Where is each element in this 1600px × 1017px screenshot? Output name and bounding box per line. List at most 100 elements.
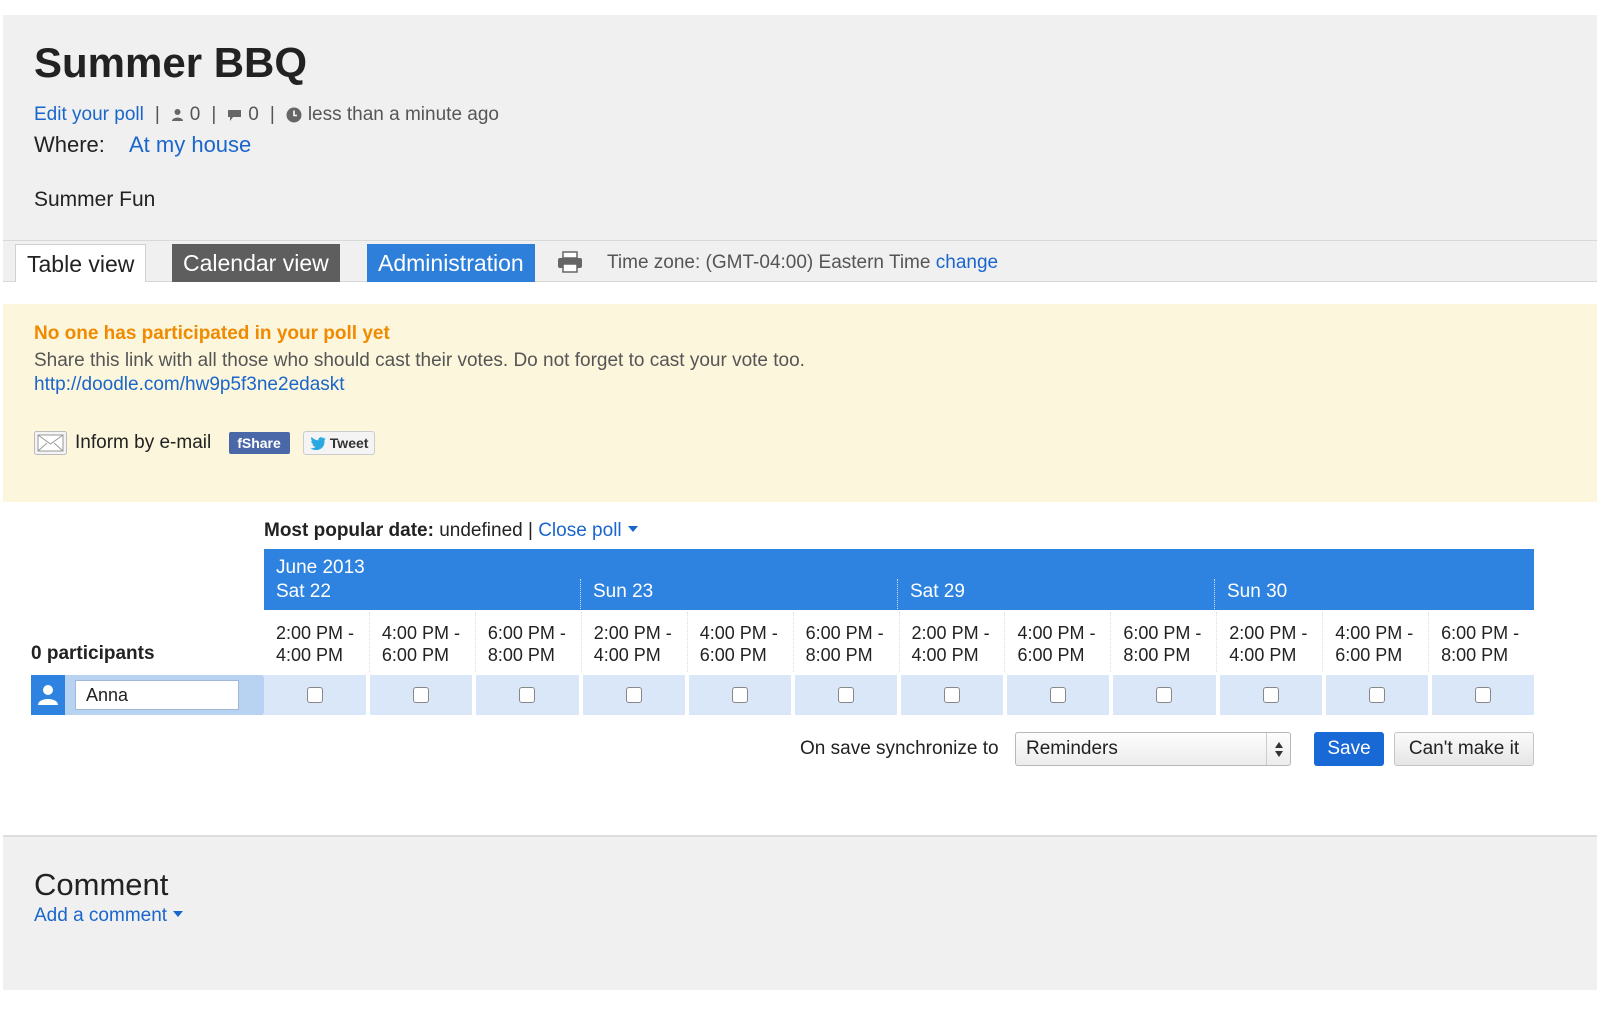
vote-cell: [1325, 675, 1428, 715]
time-slot-line: 2:00 PM -: [593, 623, 672, 643]
facebook-share-button[interactable]: fShare: [229, 432, 290, 454]
notice-text: Share this link with all those who shoul…: [34, 350, 805, 371]
poll-meta: Edit your poll | 0 | 0 | less than a min…: [34, 104, 499, 126]
day-label: Sun 23: [593, 581, 654, 602]
time-slot-line: 4:00 PM: [593, 645, 661, 665]
time-slot-line: 4:00 PM -: [1335, 623, 1414, 643]
vote-checkbox[interactable]: [837, 687, 854, 703]
sync-select[interactable]: Reminders: [1015, 732, 1291, 766]
vote-checkbox[interactable]: [1368, 687, 1385, 703]
vote-checkbox[interactable]: [519, 687, 536, 703]
vote-cell: [688, 675, 791, 715]
vote-checkbox[interactable]: [944, 687, 961, 703]
add-comment-label: Add a comment: [34, 905, 168, 926]
vote-checkbox[interactable]: [413, 687, 430, 703]
time-slot-line: 6:00 PM: [699, 645, 767, 665]
time-slot-line: 6:00 PM: [1335, 645, 1403, 665]
time-slot-line: 4:00 PM -: [1017, 623, 1096, 643]
time-slot: 6:00 PM -8:00 PM: [1429, 612, 1534, 672]
avatar: [31, 675, 65, 715]
time-slot: 6:00 PM -8:00 PM: [476, 612, 582, 672]
view-tabs: Table view Calendar view Administration …: [3, 240, 1597, 282]
day-divider: [580, 579, 581, 609]
vote-cell: [1007, 675, 1110, 715]
time-slot: 2:00 PM -4:00 PM: [264, 612, 370, 672]
location-link[interactable]: At my house: [129, 132, 251, 157]
day-divider: [1214, 579, 1215, 609]
vote-checkbox[interactable]: [1156, 687, 1173, 703]
clock-icon: [286, 107, 302, 123]
close-poll-menu[interactable]: Close poll: [538, 520, 638, 541]
month-label: June 2013: [276, 557, 365, 578]
poll-share-link[interactable]: http://doodle.com/hw9p5f3ne2edaskt: [34, 374, 345, 396]
time-slot: 4:00 PM -6:00 PM: [1323, 612, 1430, 672]
participant-count: 0: [171, 104, 201, 126]
participant-row: [31, 675, 1535, 715]
poll-description: Summer Fun: [34, 188, 156, 211]
poll-title: Summer BBQ: [34, 39, 308, 86]
tab-administration[interactable]: Administration: [367, 244, 535, 282]
share-notice: No one has participated in your poll yet…: [3, 304, 1597, 502]
vote-checkbox[interactable]: [1474, 687, 1491, 703]
vote-cell: [1431, 675, 1535, 715]
time-slot-line: 6:00 PM: [381, 645, 449, 665]
time-slot: 2:00 PM -4:00 PM: [582, 612, 688, 672]
time-slot: 2:00 PM -4:00 PM: [1217, 612, 1324, 672]
time-slot-line: 6:00 PM: [1017, 645, 1085, 665]
time-slot-line: 4:00 PM -: [381, 623, 460, 643]
comment-count-value: 0: [248, 104, 259, 125]
change-timezone-link[interactable]: change: [936, 252, 998, 273]
twitter-bird-icon: [309, 436, 326, 450]
time-slot-line: 4:00 PM: [276, 645, 344, 665]
tab-table-view[interactable]: Table view: [15, 244, 147, 282]
edit-poll-link[interactable]: Edit your poll: [34, 104, 144, 126]
time-slot-line: 8:00 PM: [1441, 645, 1509, 665]
time-slot-line: 6:00 PM -: [1123, 623, 1202, 643]
meta-separator: |: [269, 104, 275, 125]
time-slot-line: 6:00 PM -: [487, 623, 566, 643]
inform-by-email-button[interactable]: Inform by e-mail: [34, 431, 211, 455]
day-label: Sat 29: [910, 581, 965, 602]
participant-count-value: 0: [189, 104, 201, 125]
vote-cell: [476, 675, 579, 715]
day-label: Sat 22: [276, 581, 331, 602]
time-slots: 2:00 PM -4:00 PM 4:00 PM -6:00 PM 6:00 PM …: [264, 612, 1534, 672]
caret-down-icon: [173, 910, 184, 917]
vote-checkbox[interactable]: [625, 687, 642, 703]
most-popular-date: Most popular date: undefined | Close pol…: [264, 520, 638, 542]
print-icon[interactable]: [557, 251, 583, 278]
meta-separator: |: [211, 104, 217, 125]
tab-calendar-view[interactable]: Calendar view: [172, 244, 340, 282]
time-slot-line: 8:00 PM: [805, 645, 873, 665]
vote-cell: [901, 675, 1004, 715]
vote-cell: [1113, 675, 1216, 715]
vote-checkbox[interactable]: [1050, 687, 1067, 703]
day-divider: [897, 579, 898, 609]
facebook-share-label: Share: [241, 435, 281, 451]
time-slot: 6:00 PM -8:00 PM: [1111, 612, 1218, 672]
time-slot-line: 6:00 PM -: [805, 623, 884, 643]
time-slot: 4:00 PM -6:00 PM: [370, 612, 476, 672]
add-comment-link[interactable]: Add a comment: [34, 905, 184, 927]
time-slot-line: 8:00 PM: [1123, 645, 1191, 665]
tweet-button[interactable]: Tweet: [302, 431, 376, 455]
last-updated: less than a minute ago: [286, 104, 499, 126]
vote-cell: [794, 675, 898, 715]
timezone-label: Time zone: (GMT-04:00) Eastern Time: [607, 252, 931, 273]
meta-separator: |: [154, 104, 160, 125]
time-slot-line: 8:00 PM: [487, 645, 555, 665]
tweet-label: Tweet: [329, 435, 369, 451]
save-button[interactable]: Save: [1314, 732, 1384, 766]
date-header: June 2013 Sat 22 Sun 23 Sat 29 Sun 30: [264, 549, 1534, 610]
participant-name-input[interactable]: [75, 680, 239, 710]
comment-title: Comment: [34, 867, 169, 902]
timezone-info: Time zone: (GMT-04:00) Eastern Time chan…: [607, 252, 998, 274]
time-slot: 4:00 PM -6:00 PM: [688, 612, 794, 672]
vote-checkbox[interactable]: [731, 687, 748, 703]
vote-checkbox[interactable]: [1262, 687, 1279, 703]
time-slot-line: 6:00 PM -: [1441, 623, 1520, 643]
time-slot-line: 2:00 PM -: [276, 623, 355, 643]
vote-checkbox[interactable]: [307, 687, 324, 703]
time-slot-line: 2:00 PM -: [1229, 623, 1308, 643]
cant-make-it-button[interactable]: Can't make it: [1394, 732, 1534, 766]
